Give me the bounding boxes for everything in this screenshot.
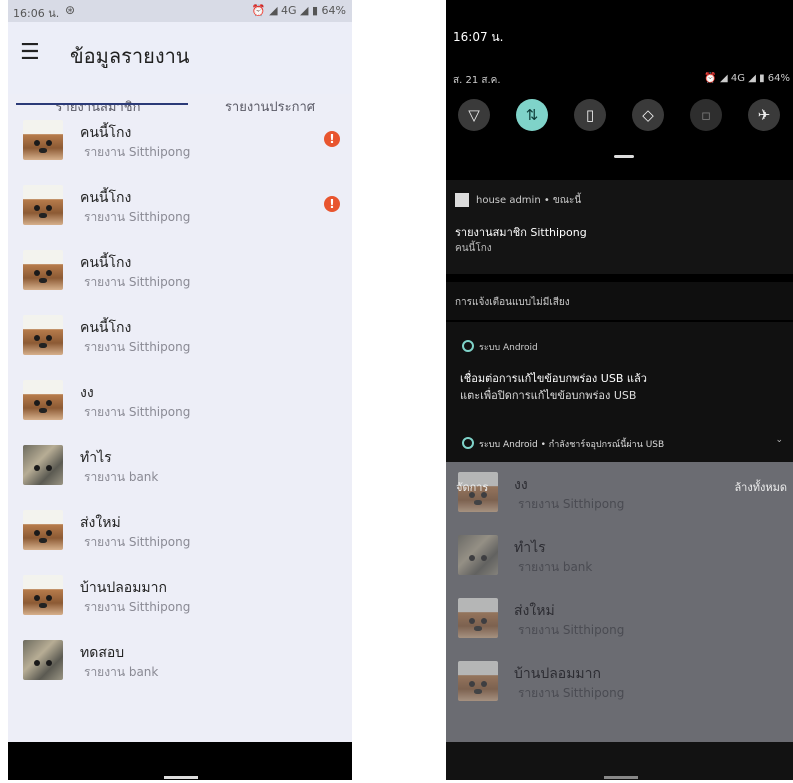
avatar	[23, 640, 63, 680]
item-subtitle: รายงาน Sitthipong	[84, 600, 191, 614]
item-title: ส่งใหม่	[80, 515, 121, 531]
avatar	[23, 120, 63, 160]
avatar	[23, 315, 63, 355]
avatar	[23, 185, 63, 225]
notification-meta: ระบบ Android • กำลังชาร์จอุปกรณ์นี้ผ่าน …	[479, 440, 665, 450]
item-title: คนนี้โกง	[80, 255, 132, 271]
item-subtitle: รายงาน Sitthipong	[84, 275, 191, 289]
status-time: 16:06 น.	[13, 7, 60, 20]
system-notifications[interactable]: ระบบ Android เชื่อมต่อการแก้ไขข้อบกพร่อง…	[446, 322, 793, 462]
list-item[interactable]: คนนี้โกง รายงาน Sitthipong	[8, 238, 352, 303]
right-phone-screen: 16:07 น. ส. 21 ส.ค. ⏰ ◢ 4G ◢ ▮ 64% ▽ ⇅ ▯…	[446, 0, 793, 780]
list-item: ส่งใหม่ รายงาน Sitthipong	[446, 588, 793, 651]
airplane-icon[interactable]: ✈	[748, 99, 780, 131]
tab-indicator	[16, 103, 188, 105]
status-icons: ⏰ ◢ 4G ◢ ▮ 64%	[704, 73, 790, 84]
status-icons: ⏰ ◢ 4G ◢ ▮ 64%	[251, 4, 346, 17]
item-title: ทดสอบ	[80, 645, 125, 661]
left-phone-screen: 16:06 น. ⊛ ⏰ ◢ 4G ◢ ▮ 64% ☰ ข้อมูลรายงาน…	[8, 0, 352, 780]
notification-title: รายงานสมาชิก Sitthipong	[455, 226, 587, 239]
rotate-icon[interactable]: ◇	[632, 99, 664, 131]
alert-icon: !	[324, 131, 340, 147]
item-title: บ้านปลอมมาก	[80, 580, 167, 596]
item-subtitle: รายงาน Sitthipong	[84, 535, 191, 549]
item-title: คนนี้โกง	[80, 190, 132, 206]
silent-notifications-header: การแจ้งเตือนแบบไม่มีเสียง	[446, 282, 793, 320]
signal-icon: ⊛	[65, 3, 76, 17]
avatar	[23, 445, 63, 485]
item-subtitle: รายงาน bank	[84, 665, 159, 679]
dimmed-report-list: งง รายงาน Sitthipong ทำไร รายงาน bank ส่…	[446, 462, 793, 742]
status-bar: 16:06 น. ⊛ ⏰ ◢ 4G ◢ ▮ 64%	[8, 0, 352, 22]
list-item[interactable]: คนนี้โกง รายงาน Sitthipong !	[8, 108, 352, 173]
item-title: ส่งใหม่	[514, 603, 555, 619]
clear-all-button[interactable]: ล้างทั้งหมด	[734, 478, 787, 496]
item-title: บ้านปลอมมาก	[514, 666, 601, 682]
flashlight-icon[interactable]: ▯	[574, 99, 606, 131]
item-title: คนนี้โกง	[80, 320, 132, 336]
notification-meta: ระบบ Android	[479, 343, 538, 353]
app-icon	[455, 193, 469, 207]
avatar	[23, 250, 63, 290]
item-subtitle: รายงาน Sitthipong	[84, 405, 191, 419]
app-notification[interactable]: house admin • ขณะนี้ รายงานสมาชิก Sitthi…	[446, 180, 793, 274]
item-title: คนนี้โกง	[80, 125, 132, 141]
status-time: 16:07 น.	[453, 30, 504, 44]
report-list: คนนี้โกง รายงาน Sitthipong ! คนนี้โกง รา…	[8, 108, 352, 693]
item-subtitle: รายงาน Sitthipong	[518, 497, 625, 511]
notification-title: เชื่อมต่อการแก้ไขข้อบกพร่อง USB แล้ว	[460, 372, 647, 385]
notification-meta: house admin • ขณะนี้	[476, 195, 582, 206]
item-title: งง	[80, 385, 94, 401]
avatar	[23, 380, 63, 420]
page-title: ข้อมูลรายงาน	[70, 44, 190, 68]
list-item[interactable]: บ้านปลอมมาก รายงาน Sitthipong	[8, 563, 352, 628]
app-bar: ☰ ข้อมูลรายงาน รายงานสมาชิก รายงานประกาศ	[8, 22, 352, 115]
avatar	[458, 598, 498, 638]
item-title: ทำไร	[514, 540, 546, 556]
item-title: ทำไร	[80, 450, 112, 466]
status-date: ส. 21 ส.ค.	[453, 75, 501, 86]
item-subtitle: รายงาน Sitthipong	[84, 340, 191, 354]
battery-saver-icon[interactable]: ▫	[690, 99, 722, 131]
list-item: บ้านปลอมมาก รายงาน Sitthipong	[446, 651, 793, 714]
item-subtitle: รายงาน Sitthipong	[518, 686, 625, 700]
home-gesture-handle[interactable]	[164, 776, 198, 779]
item-subtitle: รายงาน Sitthipong	[84, 210, 191, 224]
chevron-down-icon[interactable]: ⌄	[775, 435, 783, 445]
notification-text: คนนี้โกง	[455, 243, 492, 254]
android-system-icon	[462, 340, 474, 352]
data-icon[interactable]: ⇅	[516, 99, 548, 131]
avatar	[23, 575, 63, 615]
list-item[interactable]: ทำไร รายงาน bank	[8, 433, 352, 498]
avatar	[458, 535, 498, 575]
item-subtitle: รายงาน bank	[518, 560, 593, 574]
list-item: ทำไร รายงาน bank	[446, 525, 793, 588]
avatar	[458, 661, 498, 701]
menu-icon[interactable]: ☰	[20, 42, 46, 64]
silent-header-label: การแจ้งเตือนแบบไม่มีเสียง	[455, 297, 570, 308]
navigation-bar	[8, 742, 352, 780]
list-item[interactable]: คนนี้โกง รายงาน Sitthipong	[8, 303, 352, 368]
list-item[interactable]: คนนี้โกง รายงาน Sitthipong !	[8, 173, 352, 238]
item-subtitle: รายงาน Sitthipong	[84, 145, 191, 159]
alert-icon: !	[324, 196, 340, 212]
navigation-bar	[446, 742, 793, 780]
list-item[interactable]: งง รายงาน Sitthipong	[8, 368, 352, 433]
list-item[interactable]: ทดสอบ รายงาน bank	[8, 628, 352, 693]
android-system-icon	[462, 437, 474, 449]
wifi-icon[interactable]: ▽	[458, 99, 490, 131]
avatar	[23, 510, 63, 550]
home-gesture-handle[interactable]	[604, 776, 638, 779]
notification-text: แตะเพื่อปิดการแก้ไขข้อบกพร่อง USB	[460, 389, 637, 402]
list-item[interactable]: ส่งใหม่ รายงาน Sitthipong	[8, 498, 352, 563]
drag-handle[interactable]	[614, 155, 634, 158]
item-title: งง	[514, 477, 528, 493]
item-subtitle: รายงาน bank	[84, 470, 159, 484]
item-subtitle: รายงาน Sitthipong	[518, 623, 625, 637]
manage-button[interactable]: จัดการ	[456, 478, 488, 496]
